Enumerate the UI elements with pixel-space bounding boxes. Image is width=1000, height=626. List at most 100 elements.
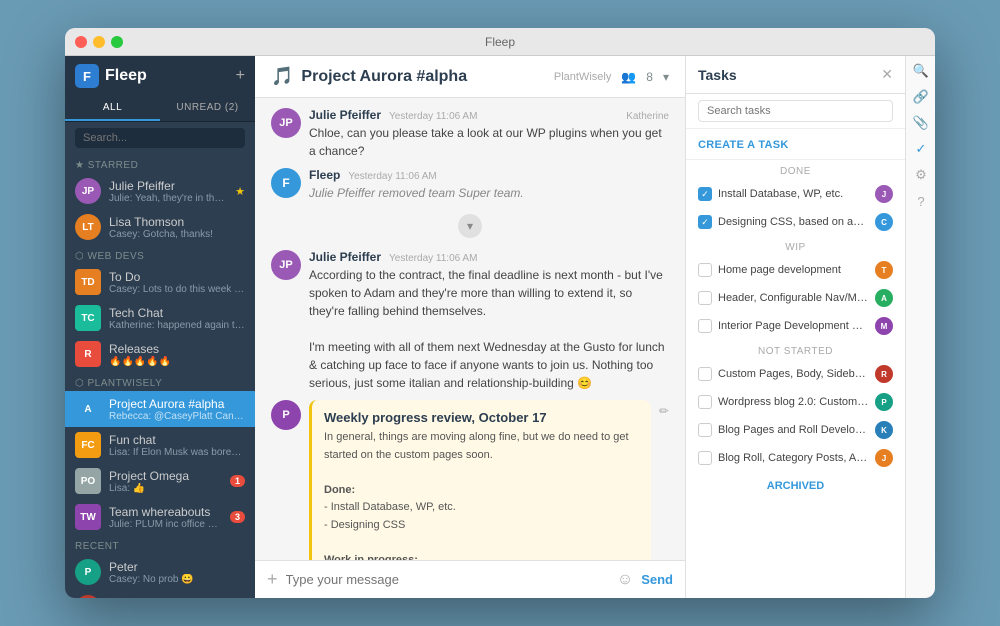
plant-label: PlantWisely xyxy=(554,71,611,83)
task-avatar: A xyxy=(875,289,893,307)
item-name: Fun chat xyxy=(109,433,245,447)
link-panel-icon[interactable]: 🔗 xyxy=(910,86,932,108)
sidebar-logo: F Fleep xyxy=(75,64,147,88)
add-conversation-button[interactable]: + xyxy=(236,67,245,85)
highlight-body: In general, things are moving along fine… xyxy=(324,429,639,560)
task-avatar: J xyxy=(875,449,893,467)
message-row: JP Julie Pfeiffer Yesterday 11:06 AM Acc… xyxy=(271,250,669,392)
item-name: Chloe Grover xyxy=(109,596,245,599)
sidebar-item-whereabouts[interactable]: TW Team whereabouts Julie: PLUM inc offi… xyxy=(65,499,255,535)
title-bar: Fleep xyxy=(65,28,935,56)
item-name: Lisa Thomson xyxy=(109,215,245,229)
message-time: Yesterday 11:06 AM xyxy=(389,111,477,122)
tasks-done-label: DONE xyxy=(686,160,905,180)
app-window: Fleep F Fleep + ALL UNREAD (2) ★ STARRED xyxy=(65,28,935,598)
close-button[interactable] xyxy=(75,36,87,48)
highlight-title: Weekly progress review, October 17 xyxy=(324,410,639,425)
chat-title: 🎵 Project Aurora #alpha xyxy=(271,66,467,87)
divider: ▾ xyxy=(271,214,669,238)
sidebar-item-julie[interactable]: JP Julie Pfeiffer Julie: Yeah, they're i… xyxy=(65,173,255,209)
maximize-button[interactable] xyxy=(111,36,123,48)
chat-input-bar: + ☺ Send xyxy=(255,560,685,598)
message-row-system: F Fleep Yesterday 11:06 AM Julie Pfeiffe… xyxy=(271,168,669,202)
message-content: Fleep Yesterday 11:06 AM Julie Pfeiffer … xyxy=(309,168,669,202)
collapse-button[interactable]: ▾ xyxy=(458,214,482,238)
add-attachment-button[interactable]: + xyxy=(267,569,278,590)
tab-unread[interactable]: UNREAD (2) xyxy=(160,96,255,121)
tasks-close-button[interactable]: ✕ xyxy=(881,66,893,83)
task-checkbox[interactable] xyxy=(698,291,712,305)
task-checkbox[interactable] xyxy=(698,319,712,333)
task-item: Blog Roll, Category Posts, Archive... J xyxy=(686,444,905,472)
avatar: JP xyxy=(75,178,101,204)
avatar: A xyxy=(75,396,101,422)
create-task-button[interactable]: CREATE A TASK xyxy=(698,139,789,151)
app-name: Fleep xyxy=(105,67,147,85)
message-avatar: JP xyxy=(271,250,301,280)
messages-area: JP Julie Pfeiffer Yesterday 11:06 AM Kat… xyxy=(255,98,685,560)
edit-icon[interactable]: ✏ xyxy=(659,400,669,418)
tasks-panel-icon[interactable]: ✓ xyxy=(910,138,932,160)
help-panel-icon[interactable]: ? xyxy=(910,190,932,212)
message-header: Julie Pfeiffer Yesterday 11:06 AM xyxy=(309,250,669,264)
sidebar-item-peter[interactable]: P Peter Casey: No prob 😀 xyxy=(65,554,255,590)
avatar: R xyxy=(75,341,101,367)
avatar: P xyxy=(75,559,101,585)
chat-header-right: PlantWisely 👥 8 ▾ xyxy=(554,70,669,84)
sidebar-item-chloe[interactable]: CG Chloe Grover Casey: IMG_1394.PNG xyxy=(65,590,255,598)
archived-button[interactable]: ARCHIVED xyxy=(686,472,905,500)
tab-all[interactable]: ALL xyxy=(65,96,160,121)
task-checkbox[interactable] xyxy=(698,263,712,277)
tasks-body: DONE Install Database, WP, etc. J Design… xyxy=(686,160,905,598)
settings-panel-icon[interactable]: ⚙ xyxy=(910,164,932,186)
sidebar-item-todo[interactable]: TD To Do Casey: Lots to do this week 💥 xyxy=(65,264,255,300)
sidebar-item-funchat[interactable]: FC Fun chat Lisa: If Elon Musk was bored… xyxy=(65,427,255,463)
task-checkbox[interactable] xyxy=(698,367,712,381)
task-avatar: K xyxy=(875,421,893,439)
task-avatar: P xyxy=(875,393,893,411)
tasks-search-input[interactable] xyxy=(698,100,893,122)
message-content: Julie Pfeiffer Yesterday 11:06 AM Kather… xyxy=(309,108,669,160)
task-checkbox[interactable] xyxy=(698,187,712,201)
fleep-avatar: F xyxy=(271,168,301,198)
window-title: Fleep xyxy=(485,35,515,49)
sidebar-item-aurora[interactable]: A Project Aurora #alpha Rebecca: @CaseyP… xyxy=(65,391,255,427)
avatar: FC xyxy=(75,432,101,458)
task-checkbox[interactable] xyxy=(698,395,712,409)
message-time: Yesterday 11:06 AM xyxy=(389,253,477,264)
message-time: Yesterday 11:06 AM xyxy=(348,171,436,182)
message-input[interactable] xyxy=(286,572,609,587)
avatar: CG xyxy=(75,595,101,598)
chat-title-text: Project Aurora #alpha xyxy=(301,68,467,86)
sidebar-item-omega[interactable]: PO Project Omega Lisa: 👍 1 xyxy=(65,463,255,499)
item-preview: Casey: Lots to do this week 💥 xyxy=(109,284,245,295)
attachment-panel-icon[interactable]: 📎 xyxy=(910,112,932,134)
search-panel-icon[interactable]: 🔍 xyxy=(910,60,932,82)
tasks-create-container: CREATE A TASK xyxy=(686,129,905,160)
sidebar-search-input[interactable] xyxy=(75,128,245,148)
task-checkbox[interactable] xyxy=(698,423,712,437)
item-preview: Julie: PLUM inc office opening pa... xyxy=(109,519,222,530)
message-text: According to the contract, the final dea… xyxy=(309,266,669,392)
sidebar-item-techchat[interactable]: TC Tech Chat Katherine: happened again t… xyxy=(65,300,255,336)
members-count: 8 xyxy=(646,70,653,84)
task-avatar: J xyxy=(875,185,893,203)
item-name: Tech Chat xyxy=(109,306,245,320)
expand-icon[interactable]: ▾ xyxy=(663,70,669,84)
send-button[interactable]: Send xyxy=(641,572,673,587)
message-sender: Fleep xyxy=(309,168,340,182)
sidebar-tabs: ALL UNREAD (2) xyxy=(65,96,255,122)
minimize-button[interactable] xyxy=(93,36,105,48)
task-text: Interior Page Development and C... xyxy=(718,320,869,332)
sidebar-item-releases[interactable]: R Releases 🔥🔥🔥🔥🔥 xyxy=(65,336,255,372)
item-preview: Julie: Yeah, they're in the team when... xyxy=(109,193,227,204)
sidebar-item-lisa[interactable]: LT Lisa Thomson Casey: Gotcha, thanks! xyxy=(65,209,255,245)
message-text: Julie Pfeiffer removed team Super team. xyxy=(309,184,669,202)
message-sender: Julie Pfeiffer xyxy=(309,250,381,264)
task-checkbox[interactable] xyxy=(698,451,712,465)
members-icon: 👥 xyxy=(621,70,636,84)
emoji-button[interactable]: ☺ xyxy=(617,571,633,589)
task-checkbox[interactable] xyxy=(698,215,712,229)
task-text: Blog Roll, Category Posts, Archive... xyxy=(718,452,869,464)
task-item: Header, Configurable Nav/Menu, ... A xyxy=(686,284,905,312)
